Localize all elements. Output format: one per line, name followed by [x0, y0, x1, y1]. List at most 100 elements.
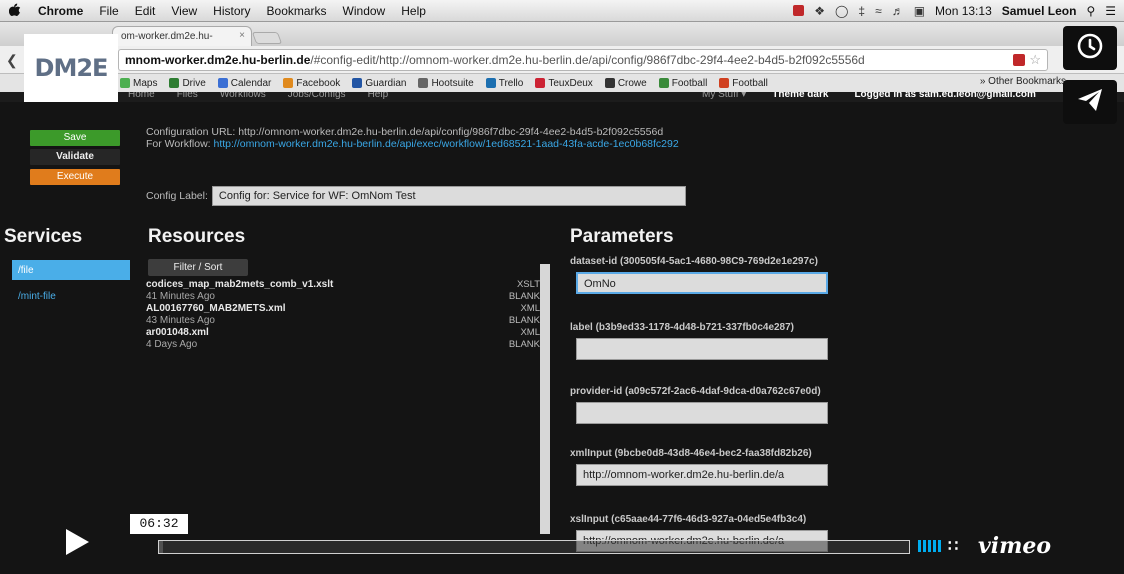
bookmark-item[interactable]: Guardian	[352, 78, 406, 89]
resource-item[interactable]: ar001048.xml 4 Days Ago XML BLANK	[146, 327, 540, 351]
battery-icon[interactable]: ▣	[914, 4, 925, 18]
new-tab-button[interactable]	[251, 32, 283, 44]
watch-later-button[interactable]	[1063, 26, 1117, 70]
notification-list-icon[interactable]: ☰	[1105, 4, 1116, 18]
volume-control[interactable]	[918, 540, 941, 552]
bookmark-item[interactable]: Drive	[169, 78, 206, 89]
bookmark-item[interactable]: Maps	[120, 78, 157, 89]
bookmarks-bar: Maps Drive Calendar Facebook Guardian Hootsui…	[0, 74, 1124, 92]
tab-title: om-worker.dm2e.hu-	[121, 31, 213, 42]
bookmark-item[interactable]: Calendar	[217, 78, 271, 89]
progress-bar[interactable]	[158, 540, 910, 554]
extension-icon[interactable]	[1013, 54, 1025, 66]
menu-chrome[interactable]: Chrome	[30, 4, 91, 18]
tray-app-icon[interactable]	[793, 5, 805, 16]
config-label-caption: Config Label:	[146, 190, 208, 202]
nav-files[interactable]: Files	[177, 92, 198, 100]
nav-theme[interactable]: Theme dark	[772, 92, 828, 100]
resources-heading: Resources	[148, 226, 246, 247]
wifi-icon[interactable]: ≈	[875, 4, 882, 18]
param-input[interactable]	[576, 338, 828, 360]
config-info: Configuration URL: http://omnom-worker.d…	[146, 126, 716, 150]
param-input[interactable]: OmNo	[576, 272, 828, 294]
resource-type: XML BLANK	[509, 327, 540, 351]
menu-bookmarks[interactable]: Bookmarks	[259, 4, 335, 18]
play-icon	[62, 527, 92, 562]
other-bookmarks[interactable]: » Other Bookmarks	[980, 76, 1066, 87]
workflow-line: For Workflow: http://omnom-worker.dm2e.h…	[146, 138, 716, 150]
bookmark-item[interactable]: Crowe	[604, 78, 647, 89]
bookmark-item[interactable]: Trello	[485, 78, 523, 89]
execute-button[interactable]: Execute	[30, 169, 120, 185]
filter-sort-button[interactable]: Filter / Sort	[148, 259, 248, 276]
nav-my-stuff[interactable]: My Stuff ▾	[702, 92, 746, 100]
menu-help[interactable]: Help	[393, 4, 434, 18]
menu-window[interactable]: Window	[335, 4, 394, 18]
browser-tab[interactable]: om-worker.dm2e.hu- ×	[112, 26, 252, 46]
resource-item[interactable]: codices_map_mab2mets_comb_v1.xslt 41 Min…	[146, 279, 540, 303]
bluetooth-icon[interactable]: ‡	[858, 4, 865, 18]
save-button[interactable]: Save	[30, 130, 120, 146]
share-button[interactable]	[1063, 80, 1117, 124]
sync-icon[interactable]: ◯	[835, 4, 848, 18]
vimeo-logo[interactable]: vimeo	[978, 533, 1051, 559]
param-input[interactable]: http://omnom-worker.dm2e.hu-berlin.de/a	[576, 464, 828, 486]
nav-home[interactable]: Home	[128, 92, 155, 100]
resource-type-secondary: BLANK	[508, 315, 540, 326]
service-item-mint-file[interactable]: /mint-file	[12, 286, 130, 306]
volume-icon[interactable]: ♬	[892, 4, 904, 18]
bookmark-label: Guardian	[365, 77, 407, 89]
resource-item[interactable]: AL00167760_MAB2METS.xml 43 Minutes Ago X…	[146, 303, 540, 327]
menubar-user[interactable]: Samuel Leon	[1002, 4, 1077, 18]
nav-logged-in[interactable]: Logged in as sam.ed.leon@gmail.com	[854, 92, 1035, 100]
play-button[interactable]	[24, 516, 130, 572]
url-path: /#config-edit/http://omnom-worker.dm2e.h…	[310, 53, 865, 67]
spotlight-icon[interactable]: ⚲	[1086, 4, 1095, 18]
resource-type-primary: XML	[520, 303, 540, 314]
menu-view[interactable]: View	[163, 4, 205, 18]
bookmark-item[interactable]: Football	[658, 78, 707, 89]
bookmark-label: Hootsuite	[431, 77, 474, 89]
clock-icon	[1077, 33, 1103, 64]
resource-name: codices_map_mab2mets_comb_v1.xslt	[146, 279, 334, 290]
bookmark-item[interactable]: Football	[719, 78, 768, 89]
config-label-row: Config Label: Config for: Service for WF…	[146, 186, 686, 206]
service-item-file[interactable]: /file	[12, 260, 130, 280]
resource-type-secondary: BLANK	[508, 291, 540, 302]
resources-scrollbar[interactable]	[540, 264, 550, 534]
bookmark-icon	[418, 78, 429, 88]
mac-menubar: Chrome File Edit View History Bookmarks …	[0, 0, 1124, 22]
validate-button[interactable]: Validate	[30, 149, 120, 165]
apple-icon[interactable]	[0, 3, 30, 19]
config-label-input[interactable]: Config for: Service for WF: OmNom Test	[211, 186, 686, 206]
url-bar[interactable]: mnom-worker.dm2e.hu-berlin.de/#config-ed…	[118, 49, 1048, 71]
back-arrow-icon[interactable]: ❮	[6, 52, 18, 69]
app-top-nav: Home Files Workflows Jobs/Configs Help M…	[0, 92, 1124, 102]
browser-tabbar: om-worker.dm2e.hu- ×	[0, 22, 1124, 46]
bookmark-icon	[604, 78, 615, 88]
param-dataset-id: dataset-id (300505f4-5ac1-4680-98C9-769d…	[570, 256, 832, 294]
screen: Chrome File Edit View History Bookmarks …	[0, 0, 1124, 574]
fullscreen-icon[interactable]: ∷	[948, 536, 958, 556]
menubar-clock[interactable]: Mon 13:13	[935, 4, 992, 18]
resource-type-secondary: BLANK	[508, 339, 540, 350]
bookmark-item[interactable]: Hootsuite	[418, 77, 474, 89]
resource-time: 43 Minutes Ago	[146, 315, 215, 326]
dropbox-icon[interactable]: ❖	[814, 4, 825, 18]
bookmark-item[interactable]: TeuxDeux	[535, 78, 593, 89]
workflow-link[interactable]: http://omnom-worker.dm2e.hu-berlin.de/ap…	[213, 138, 678, 150]
tab-close-icon[interactable]: ×	[239, 30, 245, 41]
menu-edit[interactable]: Edit	[127, 4, 164, 18]
nav-workflows[interactable]: Workflows	[220, 92, 266, 100]
bookmark-star-icon[interactable]: ☆	[1029, 52, 1041, 68]
param-input[interactable]	[576, 402, 828, 424]
menu-file[interactable]: File	[91, 4, 126, 18]
config-editor: Save Validate Execute Configuration URL:…	[0, 102, 1124, 574]
nav-jobs-configs[interactable]: Jobs/Configs	[288, 92, 346, 100]
nav-help[interactable]: Help	[368, 92, 389, 100]
bookmark-label: Maps	[133, 77, 158, 89]
bookmark-icon	[283, 78, 294, 88]
menu-history[interactable]: History	[205, 4, 258, 18]
bookmark-icon	[658, 78, 669, 88]
bookmark-item[interactable]: Facebook	[283, 78, 340, 89]
